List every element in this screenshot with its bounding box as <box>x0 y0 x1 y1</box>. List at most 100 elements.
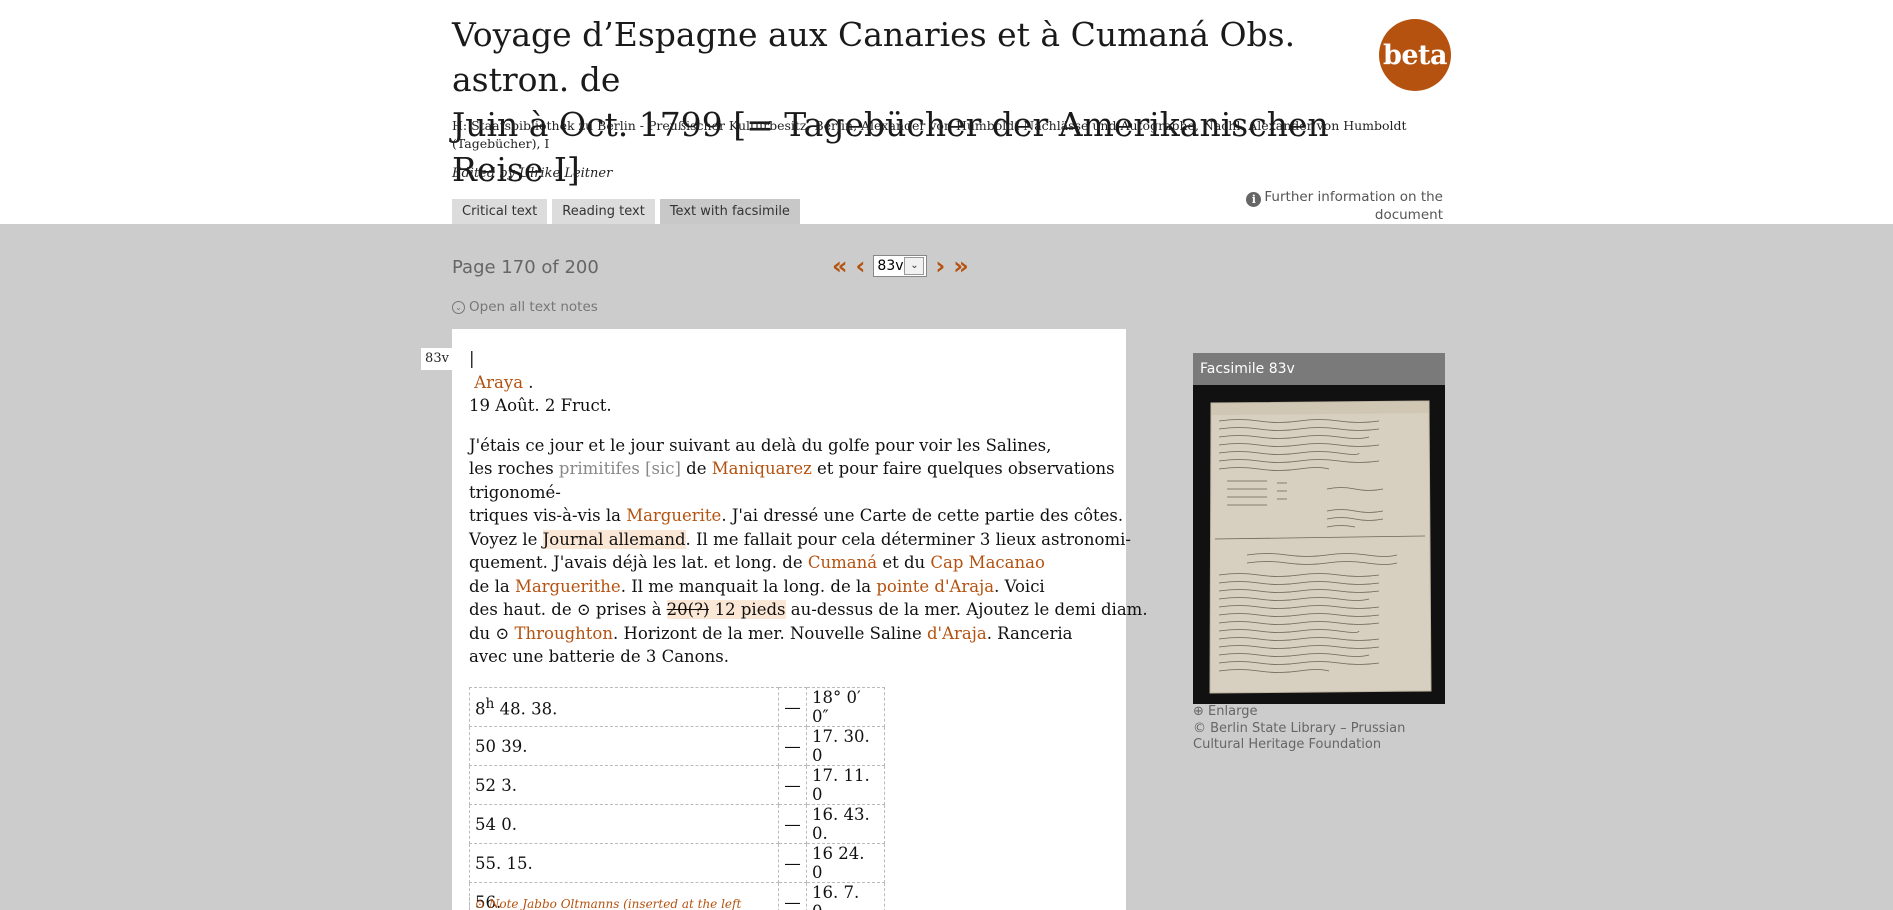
heading-line: Araya . <box>469 371 1109 395</box>
title-line-1: Voyage d’Espagne aux Canaries et à Cuman… <box>452 15 1296 99</box>
table-cell-altitude: 17. 11. 0 <box>806 765 885 805</box>
further-info-label-1: Further information on the <box>1264 189 1443 205</box>
text-span: . Voici <box>994 576 1045 596</box>
text-span: au-dessus de la mer. Ajoutez le demi dia… <box>785 600 1148 619</box>
zoom-in-icon: ⊕ <box>1193 704 1204 719</box>
text-line-4: triques vis-à-vis la Marguerite. J'ai dr… <box>469 504 1123 528</box>
facsimile-image[interactable] <box>1207 399 1433 695</box>
text-span: . Il me fallait pour cela déterminer 3 l… <box>685 529 1131 549</box>
place-link-pointe-araja[interactable]: pointe d'Araja <box>876 577 994 596</box>
tab-critical-text[interactable]: Critical text <box>452 199 548 224</box>
text-span: et du <box>877 553 931 572</box>
page-title: Voyage d’Espagne aux Canaries et à Cuman… <box>452 12 1352 192</box>
next-page-icon[interactable]: › <box>935 254 945 278</box>
date-line: 19 Août. 2 Fruct. <box>469 396 612 415</box>
place-link-marguerithe[interactable]: Marguerithe <box>515 577 621 596</box>
place-link-araya[interactable]: Araya <box>474 373 523 392</box>
addition-highlight[interactable]: 12 pieds <box>709 600 786 619</box>
previous-page-icon[interactable]: ‹ <box>856 254 866 278</box>
place-link-marguerite[interactable]: Marguerite <box>626 506 721 525</box>
folio-label: 83v <box>421 348 453 370</box>
table-row: 50 39. — 17. 30. 0 <box>469 726 885 766</box>
cell-text: 8 <box>475 699 486 719</box>
enlarge-link[interactable]: ⊕ Enlarge <box>1193 704 1257 719</box>
table-cell-dash: — <box>778 726 807 766</box>
table-cell-altitude: 17. 30. 0 <box>806 726 885 766</box>
place-link-maniquarez[interactable]: Maniquarez <box>712 459 812 478</box>
view-tabs: Critical text Reading text Text with fac… <box>452 199 800 224</box>
sic-annotation: primitifes [sic] <box>558 459 681 478</box>
table-row: 55. 15. — 16 24. 0 <box>469 843 885 883</box>
text-span: de <box>680 459 712 478</box>
text-line-10: avec une batterie de 3 Canons. <box>469 647 729 666</box>
heading-dot: . <box>523 372 534 392</box>
place-link-cumana[interactable]: Cumaná <box>808 553 877 572</box>
text-line-5: Voyez le Journal allemand. Il me fallait… <box>469 528 1131 552</box>
table-cell-dash: — <box>778 765 807 805</box>
header: Voyage d’Espagne aux Canaries et à Cuman… <box>0 0 1893 224</box>
source-citation: H: Staatsbibliothek zu Berlin - Preußisc… <box>452 118 1407 151</box>
text-span: . J'ai dressé une Carte de cette partie … <box>721 506 1124 525</box>
text-line-2: les roches primitifes [sic] de Maniquare… <box>469 457 1115 481</box>
table-cell-dash: — <box>778 843 807 883</box>
editor-credit: Edited by Ulrike Leitner <box>452 166 613 181</box>
table-cell-altitude: 16. 7. 0. <box>806 882 885 910</box>
first-page-icon[interactable]: « <box>832 254 848 278</box>
text-span: . Ranceria <box>986 623 1073 643</box>
further-info-link[interactable]: i Further information on the document <box>1240 189 1443 223</box>
bibliography-highlight[interactable]: Journal allemand <box>542 529 686 549</box>
text-span: les roches <box>469 459 559 478</box>
table-cell-time: 8h 48. 38. <box>469 687 779 727</box>
facsimile-panel: Facsimile 83v <box>1193 353 1445 704</box>
text-span: Voyez le <box>469 529 543 549</box>
text-span: quement. J'avais déjà les lat. et long. … <box>469 553 808 572</box>
transcription-text: | Araya . 19 Août. 2 Fruct. J'étais ce j… <box>469 347 1148 669</box>
text-span: des haut. de ⊙ prises à <box>469 600 667 619</box>
table-cell-time: 52 3. <box>469 765 779 805</box>
margin-note-toggle[interactable]: ⊙ Note Jabbo Oltmanns (inserted at the l… <box>469 897 778 910</box>
text-span: de la <box>469 576 515 596</box>
text-span: et pour faire quelques observations <box>811 459 1115 478</box>
open-all-notes-toggle[interactable]: ⌄ Open all text notes <box>452 299 598 315</box>
table-cell-time: 55. 15. <box>469 843 779 883</box>
cell-text: 48. 38. <box>494 699 558 719</box>
table-cell-time: 50 39. <box>469 726 779 766</box>
info-icon: i <box>1246 192 1262 207</box>
text-line-6: quement. J'avais déjà les lat. et long. … <box>469 551 1109 575</box>
folio-select-value: 83v <box>877 258 904 274</box>
text-line-7: de la Marguerithe. Il me manquait la lon… <box>469 575 1109 599</box>
further-info-label-2: document <box>1374 207 1443 223</box>
tab-text-with-facsimile[interactable]: Text with facsimile <box>659 199 800 224</box>
facsimile-title: Facsimile 83v <box>1193 353 1445 385</box>
page-indicator: Page 170 of 200 <box>452 257 599 278</box>
text-span: du ⊙ <box>469 623 515 643</box>
table-row: 8h 48. 38. — 18° 0′ 0″ <box>469 687 885 727</box>
table-cell-dash: — <box>778 687 807 727</box>
table-cell-dash: — <box>778 804 807 844</box>
enlarge-label: Enlarge <box>1208 704 1258 719</box>
text-span: . Horizont de la mer. Nouvelle Saline <box>612 623 927 643</box>
table-cell-dash: — <box>778 882 807 910</box>
chevron-circle-icon: ⌄ <box>452 300 465 314</box>
place-link-araja[interactable]: d'Araja <box>927 624 987 643</box>
text-line-3: trigonomé- <box>469 482 561 502</box>
page-break-marker: | <box>469 349 475 368</box>
text-line-8: des haut. de ⊙ prises à 20(?) 12 pieds a… <box>469 598 1148 622</box>
pager: « ‹ 83v ⌄ › » <box>832 254 969 278</box>
folio-select[interactable]: 83v ⌄ <box>873 255 928 277</box>
text-span: triques vis-à-vis la <box>469 506 627 525</box>
person-link-throughton[interactable]: Throughton <box>515 624 613 643</box>
text-line-9: du ⊙ Throughton. Horizont de la mer. Nou… <box>469 622 1109 646</box>
text-line-1: J'étais ce jour et le jour suivant au de… <box>469 435 1052 455</box>
deletion-highlight[interactable]: 20(?) <box>666 600 710 619</box>
beta-badge: beta <box>1379 19 1451 91</box>
table-cell-time: 54 0. <box>469 804 779 844</box>
observation-table: 8h 48. 38. — 18° 0′ 0″ 50 39. — 17. 30. … <box>469 687 885 910</box>
place-link-cap-macanao[interactable]: Cap Macanao <box>930 553 1044 572</box>
last-page-icon[interactable]: » <box>953 254 969 278</box>
open-all-notes-label: Open all text notes <box>469 299 598 315</box>
table-row: 54 0. — 16. 43. 0. <box>469 804 885 844</box>
tab-reading-text[interactable]: Reading text <box>552 199 655 224</box>
table-row: 52 3. — 17. 11. 0 <box>469 765 885 805</box>
